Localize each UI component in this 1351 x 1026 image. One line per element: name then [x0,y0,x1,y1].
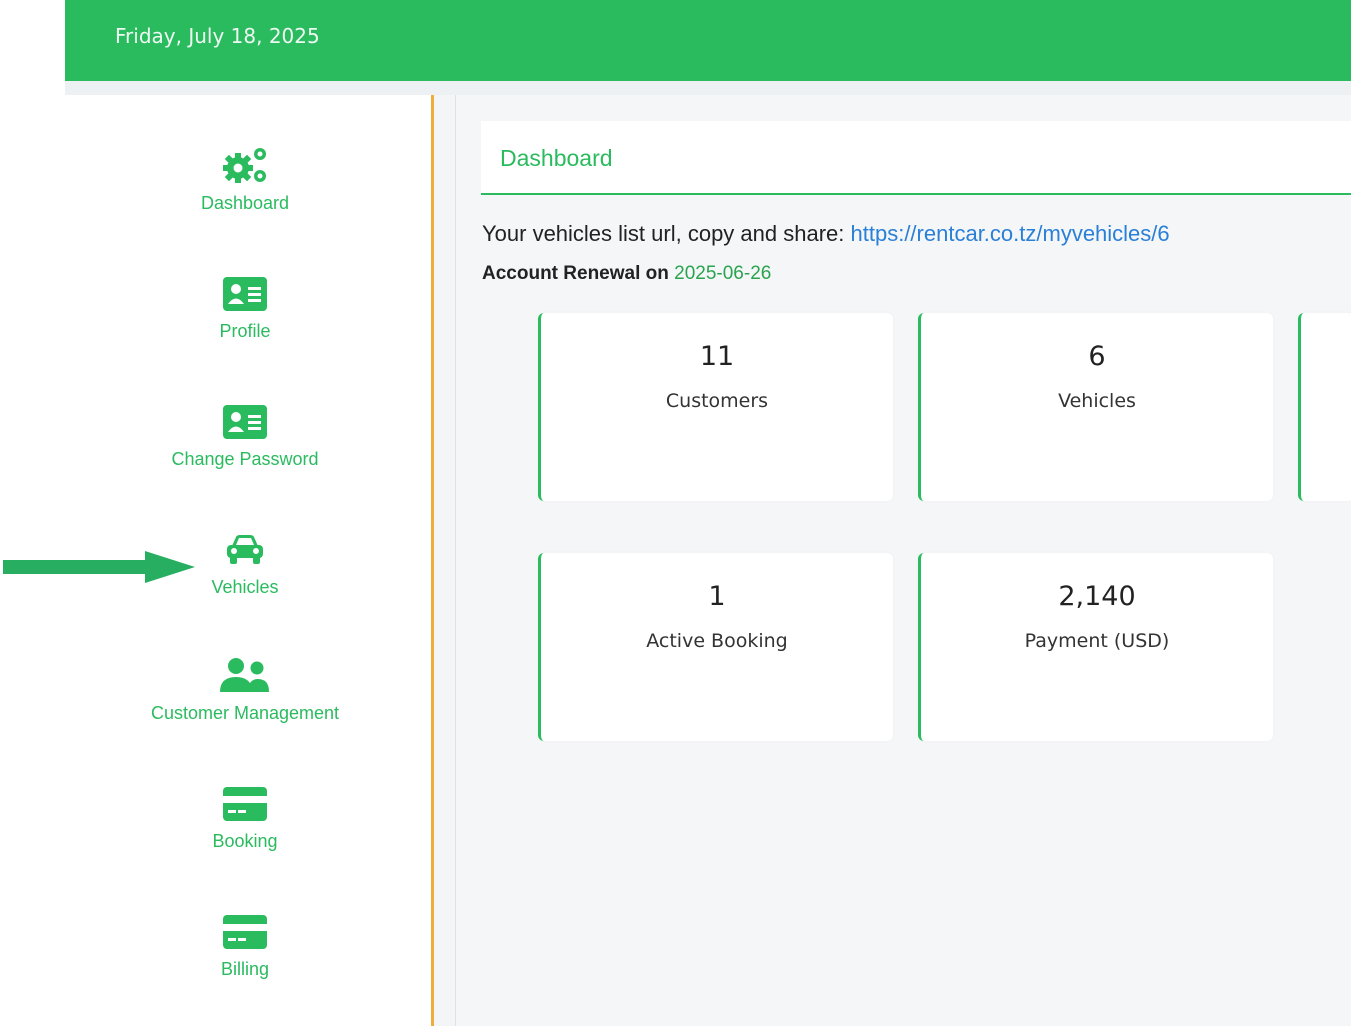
sidebar-item-change-password[interactable]: Change Password [65,399,425,489]
stat-card-customers[interactable]: 11 Customers [538,313,893,501]
gears-icon [65,143,425,187]
stat-value: 6 [1088,341,1106,372]
sidebar-item-dashboard[interactable]: Dashboard [65,143,425,233]
stat-label: Payment (USD) [1024,630,1170,652]
sidebar-item-label: Booking [212,831,278,851]
share-url-link[interactable]: https://rentcar.co.tz/myvehicles/6 [851,221,1170,246]
page-title: Dashboard [500,145,613,171]
stat-card-active-booking[interactable]: 1 Active Booking [538,553,893,741]
stat-value: 1 [708,581,726,612]
credit-card-icon [65,909,425,953]
sidebar-item-label: Customer Management [150,703,340,723]
sidebar-item-label: Profile [219,321,271,341]
users-icon [65,653,425,697]
renewal-label: Account Renewal on [482,263,669,284]
sidebar-item-label: Change Password [171,449,319,469]
sidebar-item-billing[interactable]: Billing [65,909,425,999]
account-renewal-line: Account Renewal on 2025-06-26 [482,263,771,285]
stat-label: Customers [665,390,769,412]
stat-card-vehicles[interactable]: 6 Vehicles [918,313,1273,501]
id-card-icon [65,271,425,315]
stat-card-partial[interactable] [1298,313,1351,501]
stat-card-payment[interactable]: 2,140 Payment (USD) [918,553,1273,741]
share-url-text: Your vehicles list url, copy and share: [482,221,845,246]
current-date: Friday, July 18, 2025 [115,24,320,48]
sidebar-item-label: Dashboard [200,193,290,213]
stat-value: 11 [699,341,735,372]
sidebar-item-profile[interactable]: Profile [65,271,425,361]
sidebar-item-customer-management[interactable]: Customer Management [65,653,425,743]
stat-label: Active Booking [646,630,788,652]
dashboard-card-header: Dashboard [481,121,1351,195]
content-gutter [434,95,456,1026]
main-content: Dashboard Your vehicles list url, copy a… [456,95,1351,1026]
credit-card-icon [65,781,425,825]
stat-value: 2,140 [1058,581,1136,612]
stat-label: Vehicles [1058,390,1136,412]
sidebar-item-label: Billing [220,959,270,979]
renewal-date: 2025-06-26 [674,263,772,284]
top-header-bar: Friday, July 18, 2025 [65,0,1351,81]
share-url-line: Your vehicles list url, copy and share: … [482,221,1170,247]
header-strip [65,81,1351,95]
annotation-arrow-icon [3,551,195,583]
sidebar-item-booking[interactable]: Booking [65,781,425,871]
id-card-icon [65,399,425,443]
